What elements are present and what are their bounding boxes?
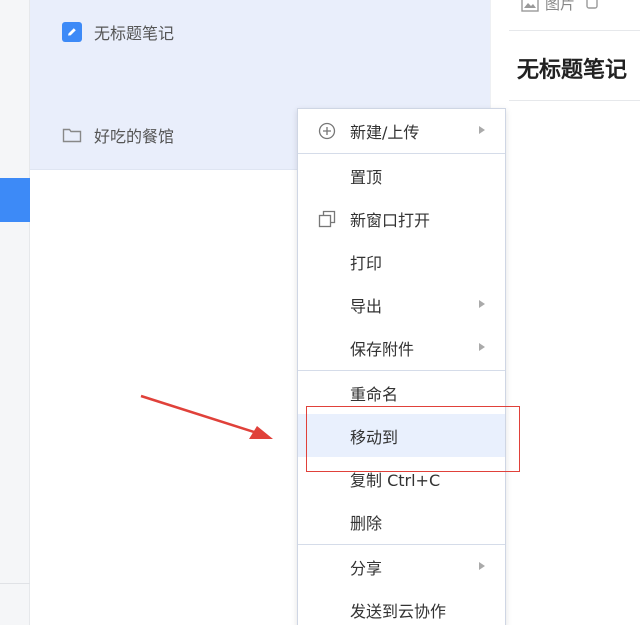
menu-item-label: 打印 (350, 253, 383, 273)
menu-item-export[interactable]: 导出 (298, 283, 505, 326)
toolbar-divider (509, 30, 640, 31)
new-window-icon (318, 210, 336, 228)
note-title[interactable]: 无标题笔记 (517, 52, 627, 84)
menu-item-share[interactable]: 分享 (298, 545, 505, 588)
plus-circle-icon (318, 122, 336, 140)
menu-item-label: 新建/上传 (350, 122, 420, 142)
annotation-highlight-box (306, 406, 520, 472)
menu-item-label: 发送到云协作 (350, 601, 447, 621)
note-editor-pane: 图片 无标题笔记 (490, 0, 640, 625)
menu-item-send-to-cloud-collab[interactable]: 发送到云协作 (298, 588, 505, 625)
submenu-arrow-icon (479, 343, 485, 351)
app-nav-strip (0, 0, 30, 625)
list-item-untitled-note[interactable]: 无标题笔记 (30, 12, 490, 52)
menu-item-delete[interactable]: 删除 (298, 500, 505, 543)
toolbar-image-label: 图片 (545, 0, 576, 13)
menu-item-label: 保存附件 (350, 339, 415, 359)
menu-item-label: 分享 (350, 558, 383, 578)
image-icon (521, 0, 539, 12)
menu-item-label: 导出 (350, 296, 383, 316)
menu-item-open-new-window[interactable]: 新窗口打开 (298, 197, 505, 240)
list-item-label: 无标题笔记 (94, 24, 175, 43)
menu-item-label: 重命名 (350, 384, 399, 404)
annotation-arrow-icon (140, 394, 273, 439)
editor-toolbar: 图片 (491, 0, 640, 18)
list-item-label: 好吃的餐馆 (94, 127, 175, 146)
title-divider (509, 100, 640, 101)
menu-item-label: 新窗口打开 (350, 210, 431, 230)
toolbar-attachment-button[interactable] (585, 0, 599, 9)
nav-active-indicator[interactable] (0, 178, 30, 222)
menu-item-label: 置顶 (350, 167, 383, 187)
menu-item-new-upload[interactable]: 新建/上传 (298, 109, 505, 152)
context-menu: 新建/上传 置顶 新窗口打开 打印 导出 保存附件 重命名 移动到 复制 Ctr… (297, 108, 506, 625)
menu-item-print[interactable]: 打印 (298, 240, 505, 283)
menu-item-label: 删除 (350, 513, 383, 533)
submenu-arrow-icon (479, 300, 485, 308)
note-icon (62, 22, 82, 42)
menu-item-pin-top[interactable]: 置顶 (298, 154, 505, 197)
attachment-icon (586, 0, 598, 9)
submenu-arrow-icon (479, 562, 485, 570)
nav-divider (0, 583, 30, 584)
folder-icon (62, 127, 82, 143)
toolbar-image-button[interactable]: 图片 (521, 0, 575, 14)
submenu-arrow-icon (479, 126, 485, 134)
menu-item-save-attachment[interactable]: 保存附件 (298, 326, 505, 369)
